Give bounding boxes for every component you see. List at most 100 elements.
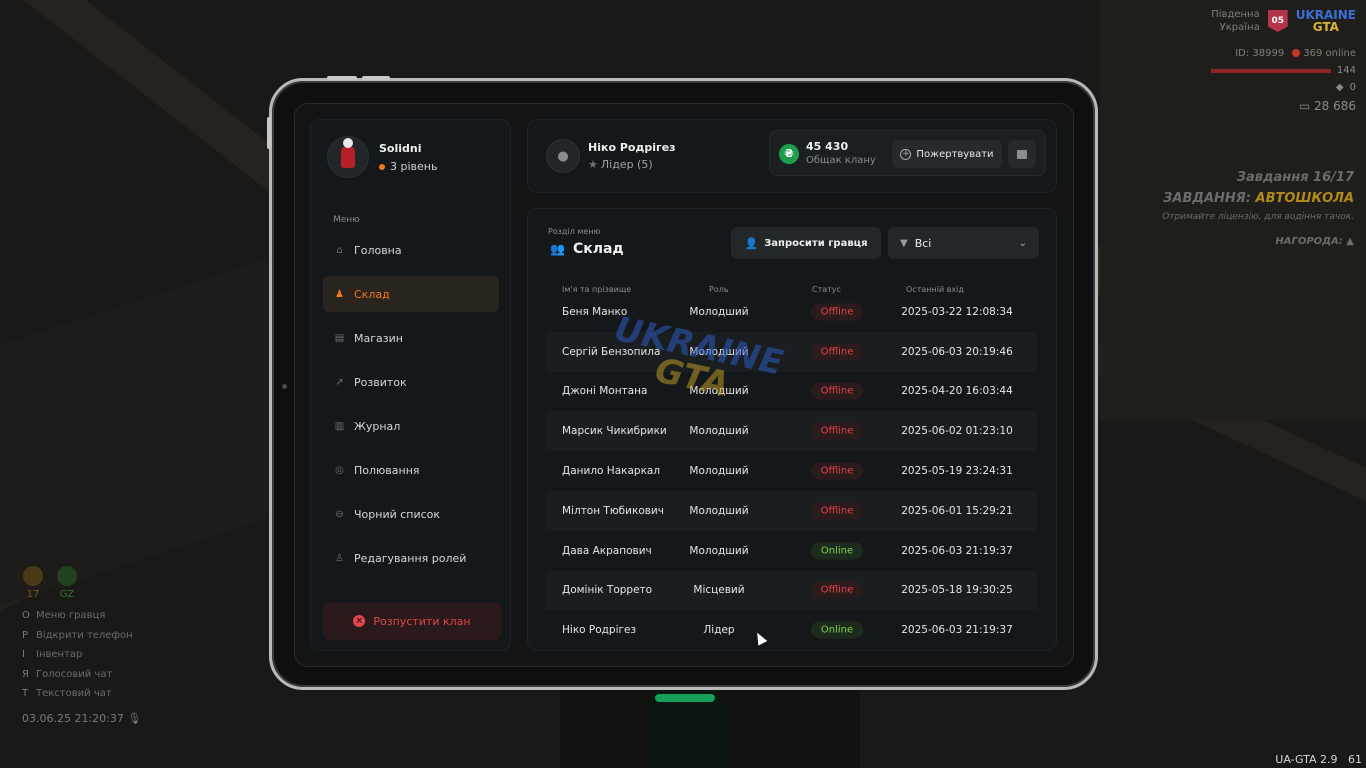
- sidebar-item-5[interactable]: ▥ Журнал: [323, 408, 499, 444]
- invite-player-button[interactable]: 👤 Запросити гравця: [731, 227, 881, 259]
- last-login: 2025-06-03 20:19:46: [901, 345, 1013, 358]
- filter-icon: ▼: [900, 237, 908, 249]
- sidebar-item-label: Головна: [354, 243, 402, 257]
- last-login: 2025-04-20 16:03:44: [901, 385, 1013, 398]
- hud-top-right: Південна Україна 05 UKRAINE GTA ID: 38999 3…: [1166, 8, 1356, 113]
- member-name: Ніко Родрігез: [562, 624, 637, 637]
- thirst-icon: [57, 566, 77, 586]
- player-id: ID: 38999 369 online: [1235, 48, 1356, 59]
- keybind-item: P Відкрити телефон: [22, 629, 133, 641]
- close-circle-icon: ×: [353, 615, 366, 627]
- table-row[interactable]: Мілтон Тюбикович Молодший Offline 2025-06-0…: [545, 490, 1037, 531]
- status-badge: Offline: [811, 382, 863, 400]
- sidebar-item-4[interactable]: ↗ Розвиток: [323, 364, 499, 400]
- sidebar: Solidni 3 рівень Меню ⌂ Головна ♟ Склад ▤ Маг…: [310, 119, 511, 651]
- block-icon: ⊖: [335, 508, 344, 520]
- sidebar-item-8[interactable]: ♙ Редагування ролей: [323, 540, 499, 576]
- sidebar-item-label: Редагування ролей: [354, 551, 467, 565]
- members-table: Беня Манко Молодший Offline 2025-03-22 12:0…: [545, 292, 1037, 650]
- status-badge: Online: [811, 621, 863, 639]
- table-row[interactable]: Домінік Торрето Місцевий Offline 2025-05-18…: [545, 570, 1037, 611]
- sidebar-item-7[interactable]: ⊖ Чорний список: [323, 496, 499, 532]
- status-badge: Online: [811, 542, 863, 560]
- version-label: UA-GTA 2.9 61: [1275, 753, 1362, 766]
- tablet-screen: Solidni 3 рівень Меню ⌂ Головна ♟ Склад ▤ Маг…: [294, 103, 1074, 667]
- people-icon: 👥: [550, 242, 565, 256]
- clan-header: ● Ніко Родрігез ★ Лідер (5) ₴ 45 430 Обща…: [527, 119, 1057, 193]
- box-icon: [1017, 149, 1027, 159]
- region-label: Південна Україна: [1211, 9, 1260, 33]
- table-row[interactable]: Данило Накаркал Молодший Offline 2025-05-19…: [545, 451, 1037, 491]
- clan-bank: ₴ 45 430 Общак клану + Пожертвувати: [769, 130, 1046, 176]
- basket-icon: ▤: [334, 332, 345, 344]
- member-name: Мілтон Тюбикович: [562, 504, 664, 517]
- table-row[interactable]: Марсик Чикибрики Молодший Offline 2025-06-0…: [545, 411, 1037, 452]
- last-login: 2025-06-03 21:19:37: [901, 544, 1013, 557]
- status-filter-select[interactable]: ▼ Всі ⌄: [888, 227, 1039, 259]
- status-badge: Offline: [811, 422, 863, 440]
- status-badge: Offline: [811, 581, 863, 599]
- hud-bottom-left: 17 GZ O Меню гравця P Відкрити телефон I Інве…: [22, 566, 141, 725]
- sidebar-item-2[interactable]: ♟ Склад: [323, 276, 499, 312]
- keybind-item: T Текстовий чат: [22, 688, 112, 699]
- money-display: ▭ 28 686: [1298, 99, 1356, 113]
- last-login: 2025-05-19 23:24:31: [901, 465, 1013, 478]
- hryvnia-coin-icon: ₴: [779, 144, 799, 164]
- keybind-item: Я Голосовий чат: [22, 668, 113, 680]
- table-row[interactable]: Джоні Монтана Молодший Offline 2025-04-20 1…: [545, 372, 1037, 412]
- status-badge: Offline: [811, 502, 863, 520]
- armor-bar: ◆ 0: [1335, 82, 1356, 93]
- member-role: Молодший: [689, 544, 749, 557]
- player-profile: Solidni 3 рівень: [327, 136, 437, 178]
- donate-button[interactable]: + Пожертвувати: [892, 140, 1002, 168]
- player-level: 3 рівень: [379, 160, 437, 173]
- disband-clan-button[interactable]: × Розпустити клан: [323, 602, 501, 640]
- sidebar-item-label: Полювання: [354, 463, 420, 477]
- last-login: 2025-06-02 01:23:10: [901, 425, 1013, 438]
- region-badge: 05: [1267, 10, 1288, 32]
- keybind-item: O Меню гравця: [22, 610, 106, 621]
- sidebar-item-3[interactable]: ▤ Магазин: [323, 320, 499, 356]
- microphone-icon: 🎙: [127, 711, 142, 725]
- bank-caption: Общак клану: [806, 155, 876, 166]
- home-icon: ⌂: [336, 244, 343, 256]
- status-badge: Offline: [811, 303, 863, 321]
- member-name: Домінік Торрето: [562, 584, 653, 597]
- last-login: 2025-06-03 21:19:37: [901, 624, 1013, 637]
- people-icon: ♟: [335, 288, 344, 300]
- table-row[interactable]: Сергій Бензопила Молодший Offline 2025-06-0…: [545, 331, 1037, 372]
- leader-role: ★ Лідер (5): [588, 158, 653, 171]
- member-name: Марсик Чикибрики: [562, 425, 667, 438]
- member-role: Молодший: [689, 345, 749, 358]
- member-role: Молодший: [689, 385, 749, 398]
- menu-caption: Меню: [333, 215, 360, 225]
- user-icon: ●: [546, 139, 580, 173]
- user-edit-icon: ♙: [335, 552, 344, 564]
- table-row[interactable]: Дава Акрапович Молодший Online 2025-06-03 2…: [545, 531, 1037, 571]
- sidebar-item-label: Склад: [354, 287, 390, 301]
- member-name: Дава Акрапович: [562, 544, 652, 557]
- table-row[interactable]: Ніко Родрігез Лідер Online 2025-06-03 21:19…: [545, 610, 1037, 650]
- user-plus-icon: 👤: [744, 236, 759, 250]
- section-title: 👥 Склад: [550, 241, 624, 257]
- star-icon: ★: [588, 158, 598, 171]
- shield-icon: ◆: [1335, 82, 1344, 93]
- chart-icon: ↗: [335, 376, 344, 388]
- member-name: Данило Накаркал: [562, 465, 661, 478]
- member-role: Молодший: [689, 305, 749, 318]
- member-role: Молодший: [689, 504, 749, 517]
- plus-circle-icon: +: [900, 148, 912, 160]
- clan-leader: ● Ніко Родрігез ★ Лідер (5): [546, 139, 676, 173]
- sidebar-item-1[interactable]: ⌂ Головна: [323, 232, 499, 268]
- reward-icon: ▲: [1346, 236, 1354, 247]
- sidebar-menu: ⌂ Головна ♟ Склад ▤ Магазин ↗ Розвиток ▥ Журнал ◎ П…: [323, 232, 499, 584]
- avatar: [327, 136, 369, 178]
- storage-box-button[interactable]: [1008, 140, 1036, 168]
- sidebar-item-label: Журнал: [354, 419, 401, 433]
- datetime: 03.06.25 21:20:37 🎙: [22, 711, 142, 725]
- table-row[interactable]: Беня Манко Молодший Offline 2025-03-22 12:0…: [545, 292, 1037, 332]
- online-dot-icon: [1292, 49, 1301, 57]
- sidebar-item-label: Чорний список: [354, 507, 441, 521]
- sidebar-item-6[interactable]: ◎ Полювання: [323, 452, 499, 488]
- target-icon: ◎: [335, 464, 344, 476]
